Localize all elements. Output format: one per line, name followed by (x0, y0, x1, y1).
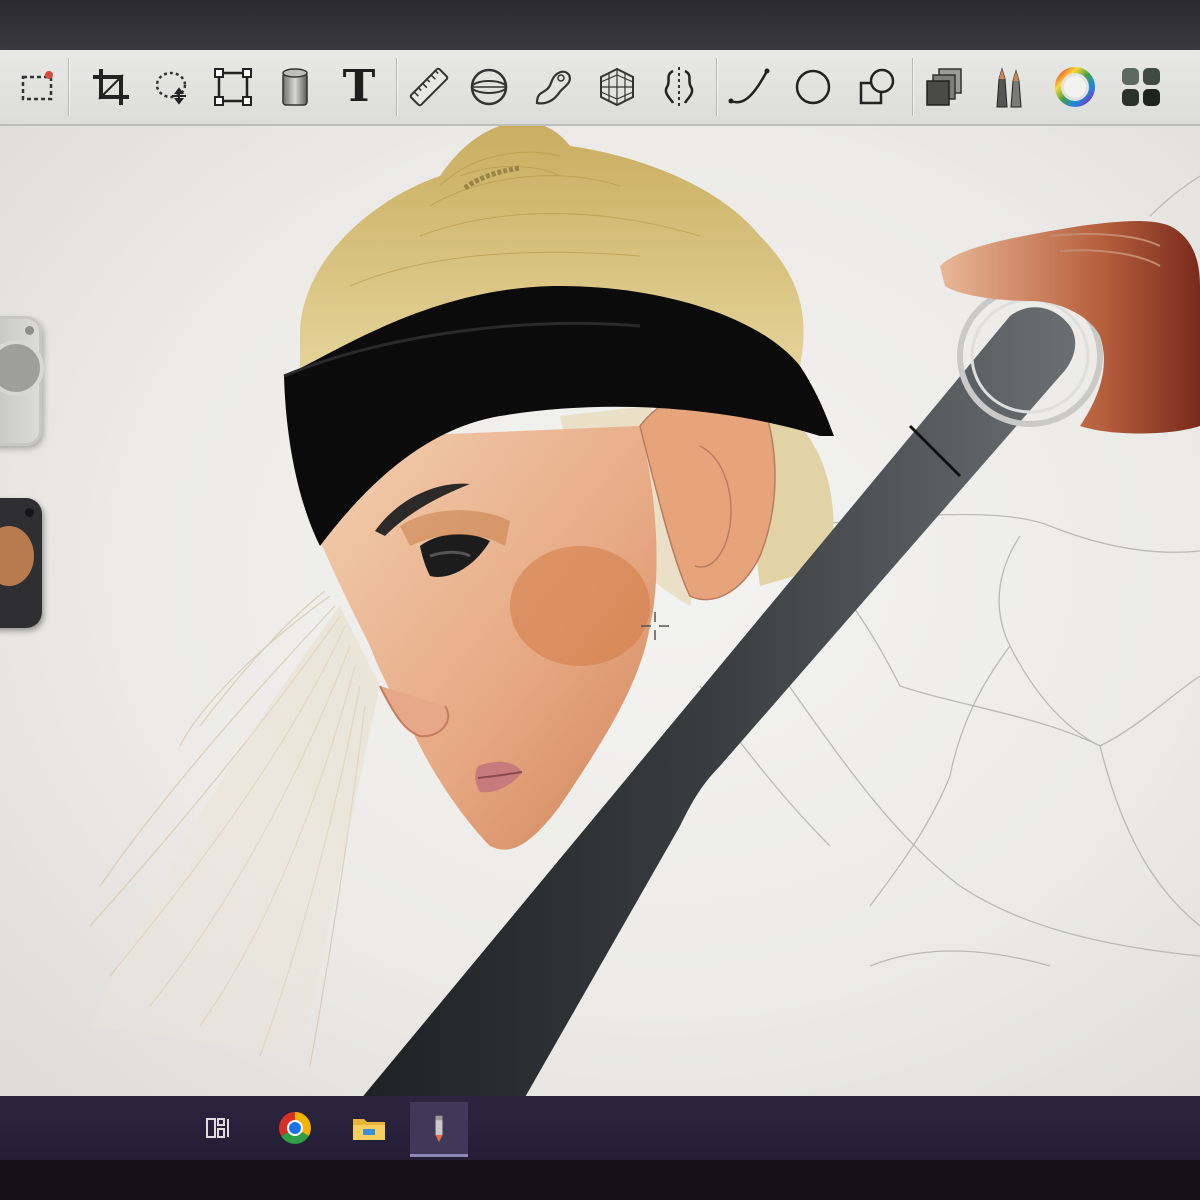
toolbar-separator (912, 58, 913, 116)
brush-size-ring[interactable] (0, 340, 44, 396)
crop-icon[interactable] (88, 64, 134, 110)
drawing-canvas[interactable] (0, 126, 1200, 1106)
monitor-bezel-bottom (0, 1160, 1200, 1200)
layers-icon[interactable] (922, 64, 968, 110)
paint-bucket-icon[interactable] (272, 64, 318, 110)
cheek-shading (510, 546, 650, 666)
color-wheel-icon[interactable] (1052, 64, 1098, 110)
puck-handle (25, 326, 34, 335)
circle-shape-icon[interactable] (790, 64, 836, 110)
symmetry-icon[interactable] (656, 64, 702, 110)
taskbar (0, 1096, 1200, 1160)
shape-combine-icon[interactable] (854, 64, 900, 110)
current-color-swatch[interactable] (0, 526, 34, 586)
brushes-icon[interactable] (986, 64, 1032, 110)
grid-panels-icon[interactable] (1118, 64, 1164, 110)
selection-marquee-icon[interactable] (14, 64, 60, 110)
ruler-icon[interactable] (406, 64, 452, 110)
chrome-icon[interactable] (266, 1102, 324, 1154)
color-puck[interactable] (0, 498, 42, 628)
screen: T (0, 0, 1200, 1200)
toolbar-separator (716, 58, 717, 116)
toolbar: T (0, 50, 1200, 126)
perspective-grid-icon[interactable] (594, 64, 640, 110)
monitor-bezel (0, 0, 1200, 50)
curve-stroke-icon[interactable] (726, 64, 772, 110)
transform-box-icon[interactable] (210, 64, 256, 110)
ellipse-guide-icon[interactable] (466, 64, 512, 110)
brush-size-puck[interactable] (0, 316, 44, 446)
task-view-icon[interactable] (190, 1102, 248, 1154)
french-curve-icon[interactable] (530, 64, 576, 110)
text-icon[interactable]: T (336, 64, 382, 110)
puck-handle (25, 508, 34, 517)
pencil-app-icon (435, 1115, 443, 1142)
toolbar-separator (396, 58, 397, 116)
flowing-hair-fill (90, 606, 380, 1056)
toolbar-separator (68, 58, 69, 116)
folder-icon[interactable] (340, 1102, 398, 1154)
sketchbook-app-button[interactable] (410, 1102, 468, 1157)
artwork (89, 126, 1200, 1106)
lasso-move-icon[interactable] (150, 64, 196, 110)
